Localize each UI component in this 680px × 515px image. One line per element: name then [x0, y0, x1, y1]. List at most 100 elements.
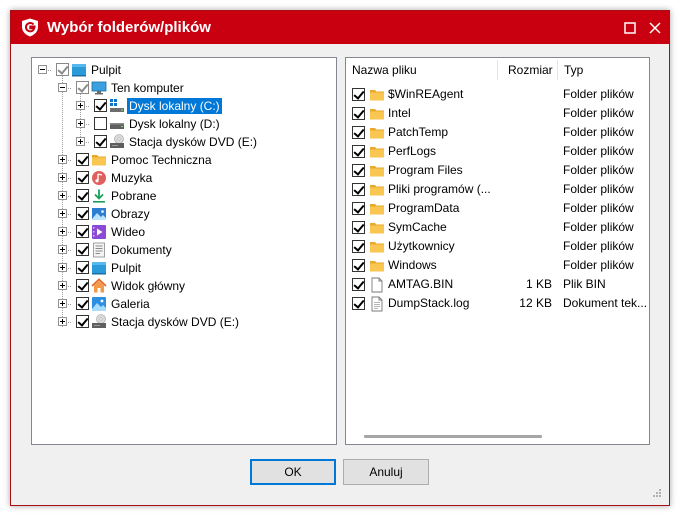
tree-node[interactable]: Muzyka [32, 169, 332, 187]
tree-node-checkbox[interactable] [94, 135, 107, 148]
file-row[interactable]: PatchTemp Folder plików [346, 123, 649, 142]
tree-expander-minus-icon[interactable] [58, 83, 67, 92]
tree-node-checkbox[interactable] [56, 63, 69, 76]
tree-node-label[interactable]: Ten komputer [109, 80, 186, 96]
tree-node[interactable]: Pulpit [32, 259, 332, 277]
tree-expander-minus-icon[interactable] [38, 65, 47, 74]
tree-expander-plus-icon[interactable] [58, 191, 67, 200]
tree-node-label[interactable]: Galeria [109, 296, 152, 312]
resize-grip-icon[interactable] [651, 487, 661, 497]
tree-node-label[interactable]: Pulpit [109, 260, 143, 276]
ok-button[interactable]: OK [250, 459, 336, 485]
tree-node[interactable]: Galeria [32, 295, 332, 313]
horizontal-scrollbar[interactable] [346, 428, 649, 444]
tree-node[interactable]: Dysk lokalny (D:) [32, 115, 332, 133]
column-header-type[interactable]: Typ [558, 58, 649, 82]
tree-node[interactable]: Ten komputer [32, 79, 332, 97]
tree-node[interactable]: Widok główny [32, 277, 332, 295]
tree-node-label[interactable]: Stacja dysków DVD (E:) [109, 314, 241, 330]
tree-expander-plus-icon[interactable] [76, 101, 85, 110]
tree-node-label[interactable]: Pulpit [89, 62, 123, 78]
tree-node[interactable]: Obrazy [32, 205, 332, 223]
file-row[interactable]: PerfLogs Folder plików [346, 142, 649, 161]
file-checkbox[interactable] [352, 297, 365, 310]
tree-node-checkbox[interactable] [76, 297, 89, 310]
tree-node[interactable]: Dysk lokalny (C:) [32, 97, 332, 115]
tree-node[interactable]: Pobrane [32, 187, 332, 205]
tree-node-checkbox[interactable] [94, 99, 107, 112]
tree-node[interactable]: Pomoc Techniczna [32, 151, 332, 169]
tree-node-label[interactable]: Pomoc Techniczna [109, 152, 214, 168]
cancel-button[interactable]: Anuluj [343, 459, 429, 485]
tree-node-checkbox[interactable] [76, 315, 89, 328]
tree-node-label[interactable]: Dysk lokalny (C:) [127, 98, 222, 114]
file-checkbox[interactable] [352, 126, 365, 139]
file-row[interactable]: $WinREAgent Folder plików [346, 85, 649, 104]
file-row[interactable]: Windows Folder plików [346, 256, 649, 275]
file-checkbox[interactable] [352, 145, 365, 158]
tree-node-checkbox[interactable] [76, 243, 89, 256]
title-bar[interactable]: Wybór folderów/plików [11, 11, 669, 44]
file-row[interactable]: Intel Folder plików [346, 104, 649, 123]
tree-expander-plus-icon[interactable] [58, 227, 67, 236]
tree-node[interactable]: Wideo [32, 223, 332, 241]
file-list-header: Nazwa pliku Rozmiar Typ [346, 58, 649, 82]
tree-node[interactable]: Stacja dysków DVD (E:) [32, 313, 332, 331]
tree-node-checkbox[interactable] [76, 225, 89, 238]
tree-node-checkbox[interactable] [94, 117, 107, 130]
tree-node-checkbox[interactable] [76, 153, 89, 166]
maximize-icon [624, 21, 636, 34]
column-header-size[interactable]: Rozmiar [502, 58, 557, 82]
column-separator[interactable] [497, 60, 498, 80]
column-header-name[interactable]: Nazwa pliku [346, 58, 497, 82]
folder-tree[interactable]: Pulpit Ten komputer Dysk lokalny (C:) Dysk … [31, 57, 337, 445]
tree-expander-plus-icon[interactable] [58, 209, 67, 218]
file-checkbox[interactable] [352, 240, 365, 253]
tree-node-label[interactable]: Dysk lokalny (D:) [127, 116, 222, 132]
file-checkbox[interactable] [352, 259, 365, 272]
file-checkbox[interactable] [352, 183, 365, 196]
file-row[interactable]: AMTAG.BIN 1 KB Plik BIN [346, 275, 649, 294]
tree-node-checkbox[interactable] [76, 171, 89, 184]
file-checkbox[interactable] [352, 107, 365, 120]
tree-expander-plus-icon[interactable] [58, 281, 67, 290]
file-row[interactable]: Program Files Folder plików [346, 161, 649, 180]
tree-expander-plus-icon[interactable] [58, 263, 67, 272]
tree-node-label[interactable]: Wideo [109, 224, 147, 240]
tree-expander-plus-icon[interactable] [76, 137, 85, 146]
tree-expander-plus-icon[interactable] [58, 245, 67, 254]
close-button[interactable] [640, 11, 670, 44]
tree-node[interactable]: Stacja dysków DVD (E:) [32, 133, 332, 151]
file-row[interactable]: Pliki programów (... Folder plików [346, 180, 649, 199]
tree-node-checkbox[interactable] [76, 207, 89, 220]
tree-node[interactable]: Dokumenty [32, 241, 332, 259]
tree-node-label[interactable]: Muzyka [109, 170, 154, 186]
tree-node-label[interactable]: Dokumenty [109, 242, 174, 258]
tree-node-label[interactable]: Obrazy [109, 206, 152, 222]
tree-node-label[interactable]: Stacja dysków DVD (E:) [127, 134, 259, 150]
file-checkbox[interactable] [352, 221, 365, 234]
file-row[interactable]: DumpStack.log 12 KB Dokument tek... [346, 294, 649, 313]
tree-expander-plus-icon[interactable] [76, 119, 85, 128]
file-row[interactable]: Użytkownicy Folder plików [346, 237, 649, 256]
tree-node-checkbox[interactable] [76, 261, 89, 274]
file-checkbox[interactable] [352, 88, 365, 101]
file-row[interactable]: SymCache Folder plików [346, 218, 649, 237]
scrollbar-thumb[interactable] [364, 435, 542, 438]
tree-expander-plus-icon[interactable] [58, 317, 67, 326]
tree-expander-plus-icon[interactable] [58, 173, 67, 182]
tree-expander-plus-icon[interactable] [58, 299, 67, 308]
tree-node[interactable]: Pulpit [32, 61, 332, 79]
file-checkbox[interactable] [352, 278, 365, 291]
file-checkbox[interactable] [352, 164, 365, 177]
tree-node-label[interactable]: Widok główny [109, 278, 187, 294]
tree-node-label[interactable]: Pobrane [109, 188, 158, 204]
file-list[interactable]: Nazwa pliku Rozmiar Typ $WinREAgent Folde… [345, 57, 650, 445]
file-row[interactable]: ProgramData Folder plików [346, 199, 649, 218]
tree-node-checkbox[interactable] [76, 81, 89, 94]
tree-node-checkbox[interactable] [76, 189, 89, 202]
file-type: Folder plików [563, 239, 634, 253]
tree-node-checkbox[interactable] [76, 279, 89, 292]
tree-expander-plus-icon[interactable] [58, 155, 67, 164]
file-checkbox[interactable] [352, 202, 365, 215]
